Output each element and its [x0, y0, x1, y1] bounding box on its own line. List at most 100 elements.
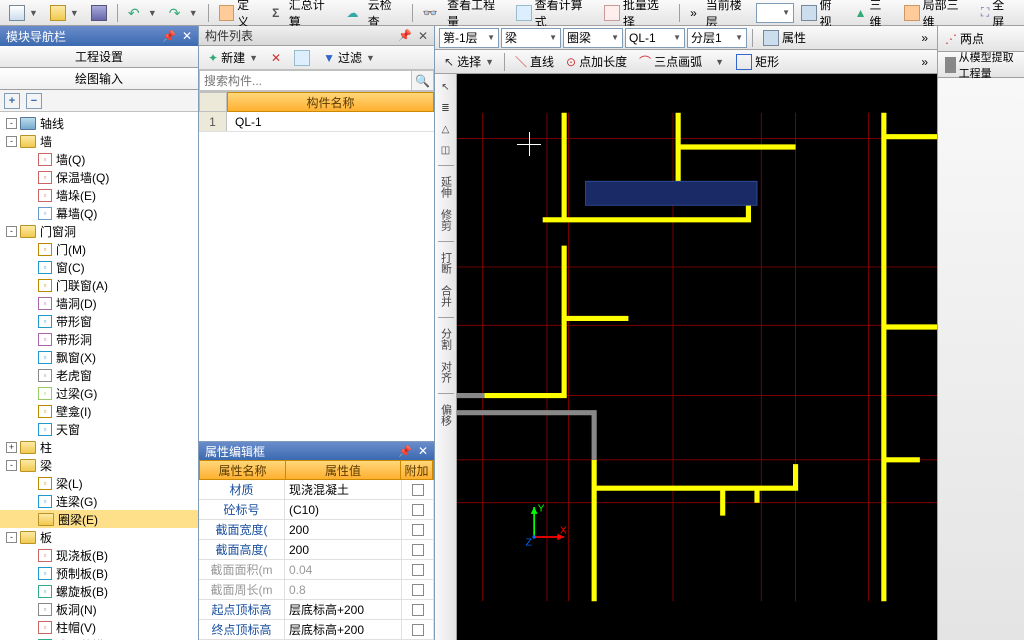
collapse-all-button[interactable]: −	[26, 93, 42, 109]
new-file-button[interactable]: ▼	[4, 3, 43, 23]
property-row[interactable]: 材质现浇混凝土	[199, 480, 434, 500]
tree-node[interactable]: ▫门(M)	[0, 240, 198, 258]
expander-icon[interactable]: -	[6, 136, 17, 147]
tree-node[interactable]: ▫壁龛(I)	[0, 402, 198, 420]
sum-button[interactable]: Σ 汇总计算	[267, 3, 339, 23]
extract-button[interactable]: 从模型提取工程量	[940, 55, 1022, 75]
tree-node[interactable]: ▫现浇板(B)	[0, 546, 198, 564]
copy-button[interactable]	[289, 48, 315, 68]
point-length-tool[interactable]: ⊙点加长度	[561, 52, 632, 72]
line-tool[interactable]: ＼直线	[510, 52, 559, 72]
tree-node[interactable]: ▫墙洞(D)	[0, 294, 198, 312]
vtool-0[interactable]: 延伸	[437, 172, 455, 202]
checkbox[interactable]	[412, 544, 424, 556]
close-icon[interactable]: ✕	[418, 29, 428, 43]
vtool-pick[interactable]: ↖	[437, 78, 455, 96]
tree-node[interactable]: ▫天窗	[0, 420, 198, 438]
batch-select-button[interactable]: 批量选择	[599, 3, 674, 23]
open-button[interactable]: ▼	[45, 3, 84, 23]
arc-more[interactable]: ▼	[709, 52, 729, 72]
tab-project-settings[interactable]: 工程设置	[0, 46, 198, 68]
local-3d-button[interactable]: 局部三维	[899, 3, 974, 23]
pin-icon[interactable]: 📌	[398, 445, 412, 458]
new-component-button[interactable]: ✦新建▼	[203, 48, 263, 68]
tree-node[interactable]: ▫连梁(G)	[0, 492, 198, 510]
tree-node[interactable]: ▫飘窗(X)	[0, 348, 198, 366]
vtool-2[interactable]: 修剪	[437, 205, 455, 235]
property-row[interactable]: 截面面积(m0.04	[199, 560, 434, 580]
expander-icon[interactable]: +	[6, 442, 17, 453]
subcategory-select[interactable]: 圈梁▼	[563, 28, 623, 48]
checkbox[interactable]	[412, 524, 424, 536]
tree-node[interactable]: ▫预制板(B)	[0, 564, 198, 582]
property-button[interactable]: 属性	[758, 28, 811, 48]
tree-node[interactable]: -轴线	[0, 114, 198, 132]
property-row[interactable]: 起点顶标高层底标高+200	[199, 600, 434, 620]
close-icon[interactable]: ✕	[182, 29, 192, 43]
pin-icon[interactable]: 📌	[162, 30, 176, 43]
rect-tool[interactable]: 矩形	[731, 52, 784, 72]
close-icon[interactable]: ✕	[418, 444, 428, 458]
cloud-check-button[interactable]: ☁ 云检查	[341, 3, 406, 23]
vtool-mirror[interactable]: △	[437, 120, 455, 138]
more-1[interactable]: »	[685, 3, 702, 23]
checkbox[interactable]	[412, 584, 424, 596]
vtool-flip[interactable]: ◫	[437, 141, 455, 159]
vtool-8[interactable]: 分割	[437, 324, 455, 354]
expander-icon[interactable]: -	[6, 532, 17, 543]
save-button[interactable]	[86, 3, 112, 23]
tree-node[interactable]: -门窗洞	[0, 222, 198, 240]
property-row[interactable]: 截面周长(m0.8	[199, 580, 434, 600]
tab-drawing-input[interactable]: 绘图输入	[0, 68, 198, 90]
floor-combo[interactable]: ▼	[756, 3, 794, 23]
tree-node[interactable]: -板	[0, 528, 198, 546]
tree-node[interactable]: ▫幕墙(Q)	[0, 204, 198, 222]
component-list[interactable]: 1QL-1	[199, 112, 434, 441]
checkbox[interactable]	[412, 504, 424, 516]
floor-select[interactable]: 第-1层▼	[439, 28, 499, 48]
view-formula-button[interactable]: 查看计算式	[511, 3, 597, 23]
tree-node[interactable]: ▫带形洞	[0, 330, 198, 348]
tree-node[interactable]: -梁	[0, 456, 198, 474]
vtool-12[interactable]: 偏移	[437, 400, 455, 430]
search-input[interactable]	[199, 70, 412, 91]
vtool-4[interactable]: 打断	[437, 248, 455, 278]
two-point-button[interactable]: ⋰两点	[940, 29, 989, 49]
search-icon[interactable]: 🔍	[412, 70, 434, 91]
checkbox[interactable]	[412, 484, 424, 496]
arc3-tool[interactable]: ⌒三点画弧	[634, 52, 707, 72]
expander-icon[interactable]: -	[6, 226, 17, 237]
tree-node[interactable]: ▫板洞(N)	[0, 600, 198, 618]
vtool-layers[interactable]: ≣	[437, 99, 455, 117]
tree-node[interactable]: ▫成孔芯模(E)	[0, 636, 198, 640]
checkbox[interactable]	[412, 624, 424, 636]
property-grid[interactable]: 材质现浇混凝土砼标号(C10)截面宽度(200截面高度(200截面面积(m0.0…	[199, 480, 434, 640]
property-row[interactable]: 截面宽度(200	[199, 520, 434, 540]
tree-node[interactable]: ▫窗(C)	[0, 258, 198, 276]
undo-button[interactable]: ↶▼	[123, 3, 162, 23]
category-select[interactable]: 梁▼	[501, 28, 561, 48]
tree-node[interactable]: 圈梁(E)	[0, 510, 198, 528]
tree-node[interactable]: ▫墙(Q)	[0, 150, 198, 168]
component-row[interactable]: 1QL-1	[199, 112, 434, 132]
filter-button[interactable]: ▼过滤▼	[318, 48, 380, 68]
property-row[interactable]: 截面高度(200	[199, 540, 434, 560]
checkbox[interactable]	[412, 604, 424, 616]
checkbox[interactable]	[412, 564, 424, 576]
tree-node[interactable]: ▫老虎窗	[0, 366, 198, 384]
drawing-canvas[interactable]: Y X Z	[457, 74, 937, 640]
vtool-6[interactable]: 合并	[437, 281, 455, 311]
tree-node[interactable]: -墙	[0, 132, 198, 150]
item-select[interactable]: QL-1▼	[625, 28, 685, 48]
expander-icon[interactable]: -	[6, 118, 17, 129]
tree-node[interactable]: ▫门联窗(A)	[0, 276, 198, 294]
pin-icon[interactable]: 📌	[398, 29, 412, 42]
tree-node[interactable]: ▫墙垛(E)	[0, 186, 198, 204]
tree-node[interactable]: ▫带形窗	[0, 312, 198, 330]
redo-button[interactable]: ↷▼	[164, 3, 203, 23]
property-row[interactable]: 砼标号(C10)	[199, 500, 434, 520]
nav-tree[interactable]: -轴线-墙▫墙(Q)▫保温墙(Q)▫墙垛(E)▫幕墙(Q)-门窗洞▫门(M)▫窗…	[0, 112, 198, 640]
layer-select[interactable]: 分层1▼	[687, 28, 747, 48]
3d-button[interactable]: ▲三维	[850, 3, 898, 23]
expander-icon[interactable]: -	[6, 460, 17, 471]
